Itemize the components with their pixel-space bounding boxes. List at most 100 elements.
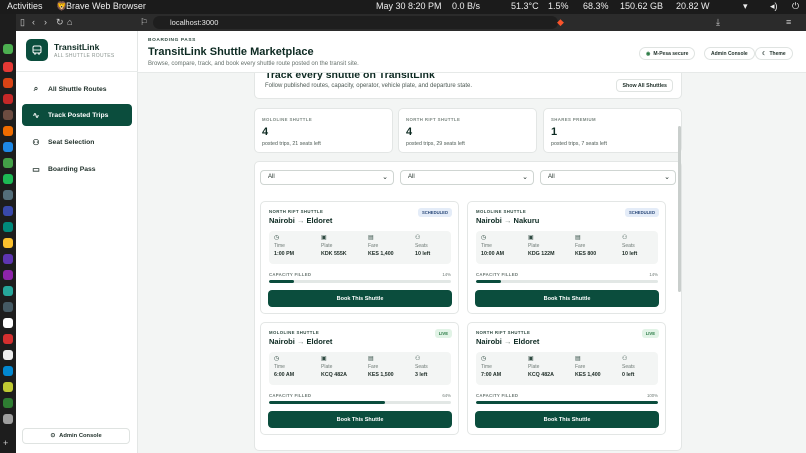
check-circle-icon: ◉: [646, 50, 651, 57]
dock-app-icon[interactable]: [3, 334, 13, 344]
cpu-usage: 1.5%: [548, 1, 569, 11]
dock-app-icon[interactable]: [3, 302, 13, 312]
dock-app-icon[interactable]: [3, 238, 13, 248]
dock-app-icon[interactable]: [3, 350, 13, 360]
status-badge: SCHEDULED: [417, 208, 452, 217]
dock-app-icon[interactable]: [3, 318, 13, 328]
clock[interactable]: May 30 8:20 PM: [376, 1, 442, 11]
moon-icon: ☾: [762, 50, 767, 57]
wifi-icon[interactable]: ▾: [743, 1, 748, 12]
home-icon[interactable]: ⌂: [67, 17, 72, 27]
wallet-icon: ▤: [575, 235, 581, 241]
sidebar-item-seat-selection[interactable]: ⚇ Seat Selection: [22, 131, 132, 153]
reload-icon[interactable]: ↻: [56, 17, 64, 28]
book-shuttle-button[interactable]: Book This Shuttle: [475, 411, 659, 428]
arrow-right-icon: →: [296, 216, 305, 225]
ticket-icon: ▭: [32, 164, 40, 174]
dock-app-icon[interactable]: [3, 414, 13, 424]
admin-console-button[interactable]: ⊙ Admin Console: [22, 428, 130, 444]
book-shuttle-button[interactable]: Book This Shuttle: [268, 411, 452, 428]
dock-app-icon[interactable]: [3, 94, 13, 104]
sidebar-item-all-routes[interactable]: ⌕ All Shuttle Routes: [22, 78, 132, 100]
dock-app-icon[interactable]: [3, 270, 13, 280]
dock-app-icon[interactable]: [3, 286, 13, 296]
address-bar[interactable]: localhost:3000: [153, 16, 558, 29]
cpu-temp: 51.3°C: [511, 1, 539, 11]
book-shuttle-button[interactable]: Book This Shuttle: [475, 290, 659, 307]
brand[interactable]: TransitLink ALL SHUTTLE ROUTES: [26, 39, 115, 61]
brave-shields-icon[interactable]: ◆: [557, 17, 564, 28]
dock-app-icon[interactable]: [3, 190, 13, 200]
trip-facts: ◷ Time 10:00 AM ▣ Plate KDG 122M ▤ Fare KES 80…: [476, 231, 658, 264]
dock-app-icon[interactable]: [3, 174, 13, 184]
user-icon: ⚇: [415, 356, 421, 362]
shield-icon: ⊙: [50, 433, 56, 439]
user-icon: ⚇: [415, 235, 421, 241]
dock-app-icon[interactable]: [3, 126, 13, 136]
show-apps-icon[interactable]: +: [3, 438, 13, 448]
sidebar-item-boarding-pass[interactable]: ▭ Boarding Pass: [22, 158, 132, 180]
intro-subtitle: Follow published routes, capacity, opera…: [265, 83, 473, 89]
dock-app-icon[interactable]: [3, 206, 13, 216]
browser-toolbar: ▯ ‹ › ↻ ⌂ ⚐ localhost:3000 ◆ ⤓ ≡: [16, 14, 806, 31]
dock-app-icon[interactable]: [3, 78, 13, 88]
theme-toggle-button[interactable]: ☾ Theme: [755, 47, 793, 60]
activities-button[interactable]: Activities: [7, 1, 43, 11]
wallet-icon: ▤: [368, 356, 374, 362]
show-all-shuttles-button[interactable]: Show All Shuttles: [616, 79, 673, 92]
bus-icon: ▣: [528, 235, 534, 241]
capacity-bar: [269, 280, 451, 283]
route-filter-select[interactable]: All ⌄: [400, 170, 534, 185]
bookmark-icon[interactable]: ⚐: [140, 17, 148, 28]
url-text[interactable]: localhost:3000: [170, 18, 218, 27]
clock-icon: ◷: [481, 356, 487, 362]
mpesa-secure-badge[interactable]: ◉ M-Pesa secure: [639, 47, 696, 60]
back-icon[interactable]: ‹: [32, 17, 35, 27]
trip-card: MOLOLINE SHUTTLE Nairobi → Nakuru SCHEDU…: [467, 201, 666, 314]
trip-card: NORTH RIFT SHUTTLE Nairobi → Eldoret LIV…: [467, 322, 666, 435]
sidebar-item-track-trips[interactable]: ∿ Track Posted Trips: [22, 104, 132, 126]
dock-app-icon[interactable]: [3, 44, 13, 54]
power-menu-icon[interactable]: ⏻: [792, 1, 799, 12]
bus-icon: ▣: [321, 235, 327, 241]
chevron-down-icon: ⌄: [664, 174, 670, 181]
clock-icon: ◷: [274, 235, 280, 241]
users-icon: ⚇: [32, 137, 40, 147]
clock-icon: ◷: [274, 356, 280, 362]
forward-icon[interactable]: ›: [44, 17, 47, 27]
downloads-icon[interactable]: ⤓: [716, 17, 720, 28]
dock-app-icon[interactable]: [3, 110, 13, 120]
power-usage: 20.82 W: [676, 1, 710, 11]
dock-app-icon[interactable]: [3, 142, 13, 152]
dock-app-icon[interactable]: [3, 382, 13, 392]
operator-filter-select[interactable]: All ⌄: [260, 170, 394, 185]
dock-app-icon[interactable]: [3, 222, 13, 232]
disk-free: 150.62 GB: [620, 1, 664, 11]
capacity-bar: [476, 280, 658, 283]
user-icon: ⚇: [622, 356, 628, 362]
status-filter-select[interactable]: All ⌄: [540, 170, 676, 185]
bus-logo-icon: [26, 39, 48, 61]
route: Nairobi → Eldoret: [269, 216, 333, 225]
page-eyebrow: BOARDING PASS: [148, 38, 196, 43]
admin-console-button[interactable]: Admin Console: [704, 47, 755, 60]
capacity-fill: [476, 280, 502, 283]
trip-card: MOLOLINE SHUTTLE Nairobi → Eldoret LIVE …: [260, 322, 459, 435]
scrollbar-thumb[interactable]: [678, 126, 681, 292]
dock-app-icon[interactable]: [3, 62, 13, 72]
sidebar-toggle-icon[interactable]: ▯: [20, 17, 25, 28]
app-name[interactable]: Brave Web Browser: [66, 1, 146, 11]
dock-app-icon[interactable]: [3, 398, 13, 408]
volume-icon[interactable]: ◂): [770, 1, 778, 12]
dock-app-icon[interactable]: [3, 158, 13, 168]
wallet-icon: ▤: [575, 356, 581, 362]
net-speed: 0.0 B/s: [452, 1, 481, 11]
book-shuttle-button[interactable]: Book This Shuttle: [268, 290, 452, 307]
dock-app-icon[interactable]: [3, 366, 13, 376]
dock: +: [0, 14, 16, 453]
dock-app-icon[interactable]: [3, 254, 13, 264]
arrow-right-icon: →: [503, 216, 512, 225]
menu-icon[interactable]: ≡: [786, 17, 791, 27]
clock-icon: ◷: [481, 235, 487, 241]
capacity-fill: [269, 401, 386, 404]
